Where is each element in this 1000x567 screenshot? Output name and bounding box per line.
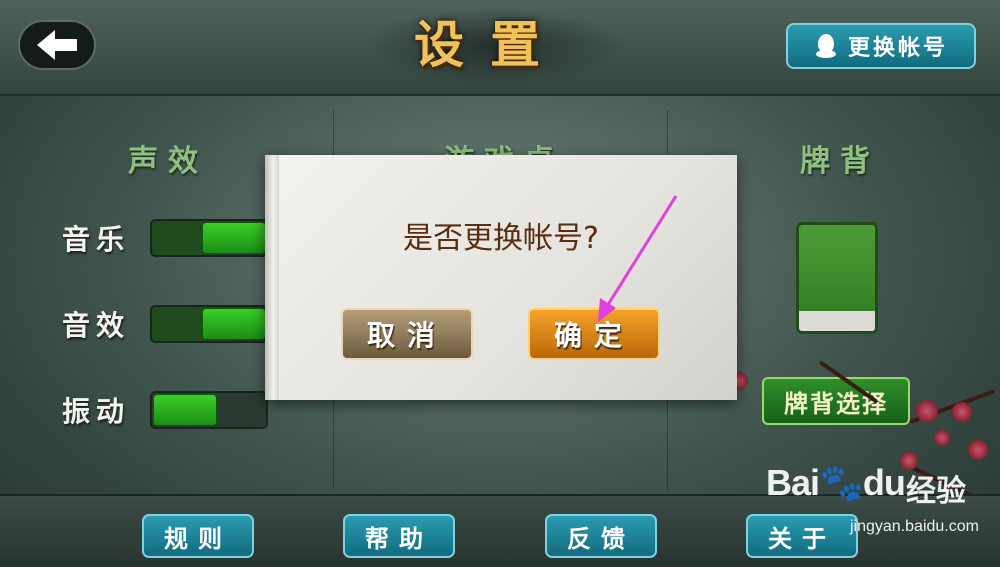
card-back-select-button[interactable]: 牌背选择	[762, 377, 910, 425]
help-button[interactable]: 帮助	[343, 514, 455, 558]
music-toggle[interactable]	[150, 219, 268, 257]
toggle-knob	[153, 394, 217, 426]
confirm-dialog: 是否更换帐号? 取消 确定	[265, 155, 737, 400]
rules-button[interactable]: 规则	[142, 514, 254, 558]
feedback-button[interactable]: 反馈	[545, 514, 657, 558]
toggle-knob	[202, 308, 266, 340]
confirm-button[interactable]: 确定	[528, 308, 660, 360]
back-button[interactable]	[18, 20, 96, 70]
switch-account-label: 更换帐号	[847, 36, 948, 61]
qq-penguin-icon	[815, 34, 836, 58]
page-title: 设置	[414, 15, 566, 74]
section-title-card-back: 牌背	[800, 144, 880, 179]
setting-label-sfx: 音效	[62, 309, 131, 342]
toggle-knob	[202, 222, 266, 254]
dialog-scroll-fold	[265, 155, 279, 400]
dialog-message: 是否更换帐号?	[403, 221, 599, 256]
switch-account-button[interactable]: 更换帐号	[786, 23, 976, 69]
setting-label-music: 音乐	[62, 223, 131, 256]
vibration-toggle[interactable]	[150, 391, 268, 429]
section-title-sound: 声效	[128, 144, 208, 179]
cancel-button[interactable]: 取消	[341, 308, 473, 360]
card-back-preview[interactable]	[796, 222, 878, 334]
sfx-toggle[interactable]	[150, 305, 268, 343]
arrow-left-icon	[37, 30, 77, 60]
header-bar: 设置 更换帐号	[0, 0, 1000, 96]
about-button[interactable]: 关于	[746, 514, 858, 558]
card-edge	[799, 311, 875, 331]
setting-label-vibration: 振动	[62, 395, 131, 428]
